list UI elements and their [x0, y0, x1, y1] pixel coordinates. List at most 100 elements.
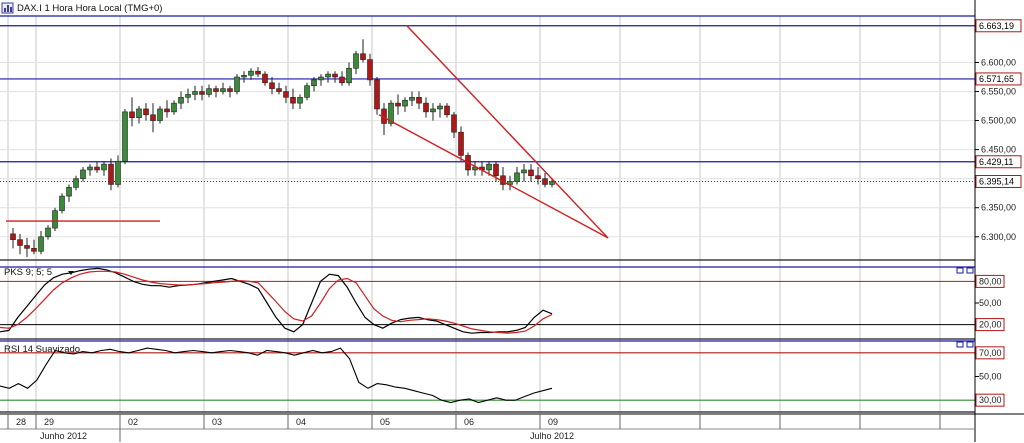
day-label: 06 [464, 417, 474, 427]
candle[interactable] [38, 230, 44, 255]
candle[interactable] [87, 164, 93, 176]
rsi-tick-label: 30,00 [979, 395, 1002, 405]
candle[interactable] [73, 175, 79, 191]
candle[interactable] [409, 91, 415, 107]
candle[interactable] [437, 103, 443, 118]
candle-body [220, 88, 226, 92]
candle[interactable] [164, 100, 170, 118]
candle[interactable] [108, 158, 114, 191]
candle[interactable] [339, 71, 345, 86]
price-panel[interactable] [0, 25, 975, 258]
candle-body [430, 108, 436, 113]
candle-body [24, 245, 30, 249]
candle-body [514, 172, 520, 182]
candle[interactable] [276, 82, 282, 95]
rsi-line[interactable] [0, 347, 553, 404]
candle-body [360, 53, 366, 60]
rsi-panel[interactable] [0, 347, 975, 404]
candle[interactable] [416, 91, 422, 109]
candle[interactable] [297, 94, 303, 109]
candle-body [66, 187, 72, 197]
candle[interactable] [332, 71, 338, 83]
wedge-trendline[interactable] [406, 25, 609, 239]
stoch-panel[interactable] [0, 267, 975, 334]
candle[interactable] [227, 85, 233, 98]
candle-body [451, 114, 457, 133]
candle[interactable] [458, 126, 464, 162]
candle[interactable] [80, 167, 86, 182]
candle[interactable] [430, 103, 436, 121]
maximize-icon[interactable] [966, 341, 974, 348]
candle[interactable] [514, 167, 520, 185]
rsi-panel-window-icons[interactable] [956, 341, 974, 348]
candle[interactable] [304, 82, 310, 101]
candle[interactable] [423, 97, 429, 118]
candle-body [213, 88, 219, 92]
candle[interactable] [94, 161, 100, 173]
stoch-d-line[interactable] [0, 270, 553, 334]
candle[interactable] [444, 103, 450, 118]
candle[interactable] [472, 161, 478, 176]
day-label: 03 [212, 417, 222, 427]
candle[interactable] [52, 207, 58, 231]
month-label: Junho 2012 [40, 431, 87, 441]
candle[interactable] [234, 74, 240, 95]
candle-body [416, 97, 422, 104]
candle-body [227, 88, 233, 92]
candle[interactable] [318, 74, 324, 86]
candle[interactable] [192, 85, 198, 101]
candle[interactable] [66, 184, 72, 202]
maximize-icon[interactable] [966, 267, 974, 274]
minimize-icon[interactable] [956, 267, 964, 274]
candle[interactable] [150, 103, 156, 133]
candle[interactable] [248, 68, 254, 80]
candle[interactable] [262, 71, 268, 86]
candle-body [528, 169, 534, 177]
day-label: 04 [296, 417, 306, 427]
candle[interactable] [402, 97, 408, 112]
candle[interactable] [185, 88, 191, 104]
candle-body [437, 105, 443, 110]
candle[interactable] [45, 225, 51, 240]
candle[interactable] [360, 39, 366, 63]
candle-body [129, 111, 135, 118]
wedge-trendline[interactable] [378, 114, 609, 239]
candle[interactable] [143, 103, 149, 121]
candle[interactable] [374, 77, 380, 115]
candle[interactable] [255, 67, 261, 77]
candle[interactable] [59, 193, 65, 214]
candle[interactable] [122, 108, 128, 165]
candle[interactable] [206, 84, 212, 98]
stoch-panel-title: PKS 9; 5; 5 [4, 267, 52, 278]
candle[interactable] [346, 62, 352, 86]
minimize-icon[interactable] [956, 341, 964, 348]
candle[interactable] [241, 71, 247, 83]
price-panel-title: DAX.I 1 Hora Hora Local (TMG+0) [17, 3, 162, 14]
candle[interactable] [129, 97, 135, 127]
candle[interactable] [10, 228, 16, 249]
candle[interactable] [325, 71, 331, 83]
month-label: Julho 2012 [530, 431, 574, 441]
candle[interactable] [213, 85, 219, 98]
candle[interactable] [507, 175, 513, 191]
price-tick-label: 6.300,00 [981, 232, 1016, 242]
candle[interactable] [24, 237, 30, 258]
candle-body [31, 248, 37, 252]
candle[interactable] [542, 172, 548, 188]
candle-body [486, 163, 492, 171]
candle[interactable] [157, 106, 163, 124]
stoch-panel-window-icons[interactable] [956, 267, 974, 274]
candle[interactable] [500, 167, 506, 191]
price-tick-label: 6.600,00 [981, 57, 1016, 67]
candle-body [10, 233, 16, 240]
candle[interactable] [353, 50, 359, 75]
candle[interactable] [395, 94, 401, 115]
candle-body [248, 70, 254, 76]
candle[interactable] [220, 82, 226, 95]
candle[interactable] [178, 91, 184, 109]
candle-body [353, 53, 359, 69]
candle-body [367, 59, 373, 81]
candle[interactable] [101, 161, 107, 176]
candle[interactable] [171, 100, 177, 115]
candle-body [150, 114, 156, 121]
